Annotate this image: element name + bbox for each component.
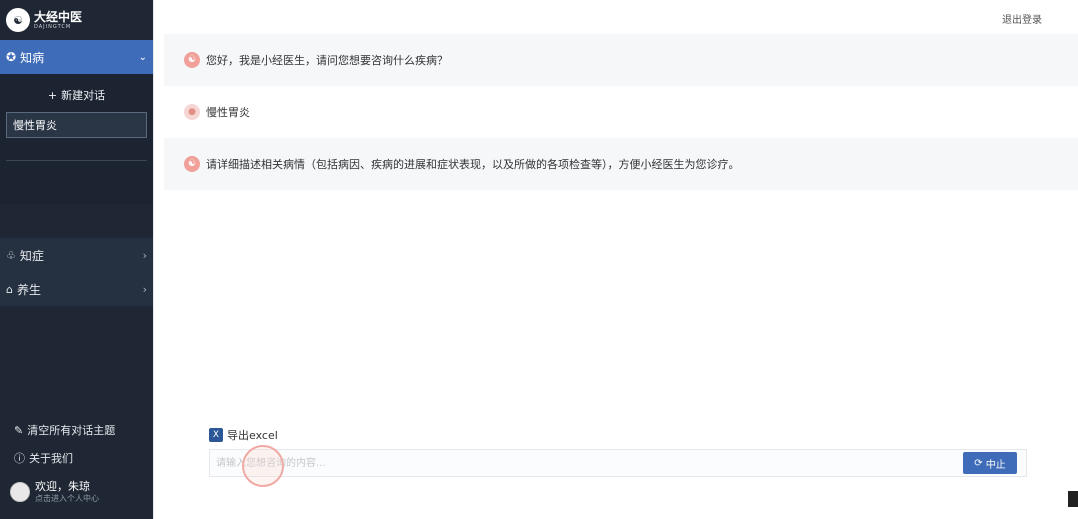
corner-mark (1068, 491, 1078, 507)
chat-input-row: ⟳ 中止 (209, 449, 1027, 477)
info-icon: ⓘ (14, 452, 25, 465)
doctor-avatar-icon: ☯ (184, 156, 200, 172)
broom-icon: ✎ (14, 423, 24, 437)
logo-text: 大经中医 DAJINGTCM (34, 11, 82, 30)
sidebar-item-zhibing[interactable]: ✪ 知病 ⌄ (0, 40, 153, 74)
user-subtitle: 点击进入个人中心 (35, 493, 99, 503)
sidebar-item-yangsheng[interactable]: ⌂ 养生 › (0, 272, 153, 306)
sidebar-item-label: 知病 (20, 50, 45, 65)
sidebar-menu: ♧ 知症 › ⌂ 养生 › (0, 238, 153, 306)
logo: ☯ 大经中医 DAJINGTCM (0, 0, 153, 40)
submenu: + 新建对话 慢性胃炎 (0, 74, 153, 204)
sidebar: ☯ 大经中医 DAJINGTCM ✪ 知病 ⌄ + 新建对话 慢性胃炎 ♧ 知症… (0, 0, 153, 519)
chat-message-bot: ☯ 请详细描述相关病情（包括病因、疾病的进展和症状表现，以及所做的各项检查等），… (164, 138, 1078, 190)
stop-label: 中止 (985, 459, 1006, 471)
chevron-right-icon: › (142, 282, 147, 296)
conversation-label: 慢性胃炎 (13, 119, 57, 132)
divider (6, 160, 147, 161)
user-text: 欢迎，朱琼 点击进入个人中心 (35, 480, 99, 504)
user-greeting: 欢迎，朱琼 (35, 480, 90, 493)
doctor-avatar-icon: ☯ (184, 52, 200, 68)
cursor-highlight (242, 445, 284, 487)
conversation-item[interactable]: 慢性胃炎 (6, 112, 147, 138)
about-us-link[interactable]: ⓘ 关于我们 (14, 444, 115, 472)
new-chat-label: 新建对话 (61, 89, 106, 102)
logout-link[interactable]: 退出登录 (1002, 11, 1042, 26)
sidebar-item-label: 知症 (19, 248, 44, 263)
logo-mark-icon: ☯ (6, 8, 30, 32)
stop-button[interactable]: ⟳ 中止 (963, 452, 1017, 474)
sidebar-item-label: 养生 (16, 282, 41, 297)
avatar (10, 481, 30, 502)
target-icon: ✪ (6, 50, 17, 64)
message-text: 请详细描述相关病情（包括病因、疾病的进展和症状表现，以及所做的各项检查等），方便… (206, 158, 740, 171)
symptom-icon: ♧ (6, 248, 16, 262)
logo-name-cn: 大经中医 (34, 9, 83, 24)
message-text: 慢性胃炎 (206, 106, 250, 119)
chat-input[interactable] (210, 450, 963, 476)
chevron-right-icon: › (142, 248, 147, 262)
clear-all-button[interactable]: ✎ 清空所有对话主题 (14, 416, 115, 444)
export-label: 导出excel (227, 429, 278, 442)
sidebar-item-zhizheng[interactable]: ♧ 知症 › (0, 238, 153, 272)
user-avatar-icon: ● (184, 104, 200, 120)
bottom-links: ✎ 清空所有对话主题 ⓘ 关于我们 (14, 416, 115, 472)
main-panel: 退出登录 ☯ 您好，我是小经医生，请问您想要咨询什么疾病？ ● 慢性胃炎 ☯ 请… (153, 0, 1078, 519)
excel-icon: X (209, 428, 223, 442)
export-excel-button[interactable]: X 导出excel (209, 427, 278, 443)
user-profile[interactable]: 欢迎，朱琼 点击进入个人中心 (10, 480, 99, 504)
logo-name-en: DAJINGTCM (34, 23, 72, 30)
chat-message-bot: ☯ 您好，我是小经医生，请问您想要咨询什么疾病？ (164, 34, 1078, 86)
health-icon: ⌂ (6, 282, 13, 296)
chevron-down-icon: ⌄ (138, 51, 147, 63)
stop-icon: ⟳ (974, 457, 983, 469)
new-chat-button[interactable]: + 新建对话 (0, 82, 153, 108)
clear-all-label: 清空所有对话主题 (27, 424, 116, 437)
message-text: 您好，我是小经医生，请问您想要咨询什么疾病？ (206, 54, 448, 67)
plus-icon: + (47, 88, 58, 102)
chat-message-user: ● 慢性胃炎 (164, 86, 1078, 138)
app-root: ☯ 大经中医 DAJINGTCM ✪ 知病 ⌄ + 新建对话 慢性胃炎 ♧ 知症… (0, 0, 1078, 519)
about-label: 关于我们 (29, 452, 73, 465)
